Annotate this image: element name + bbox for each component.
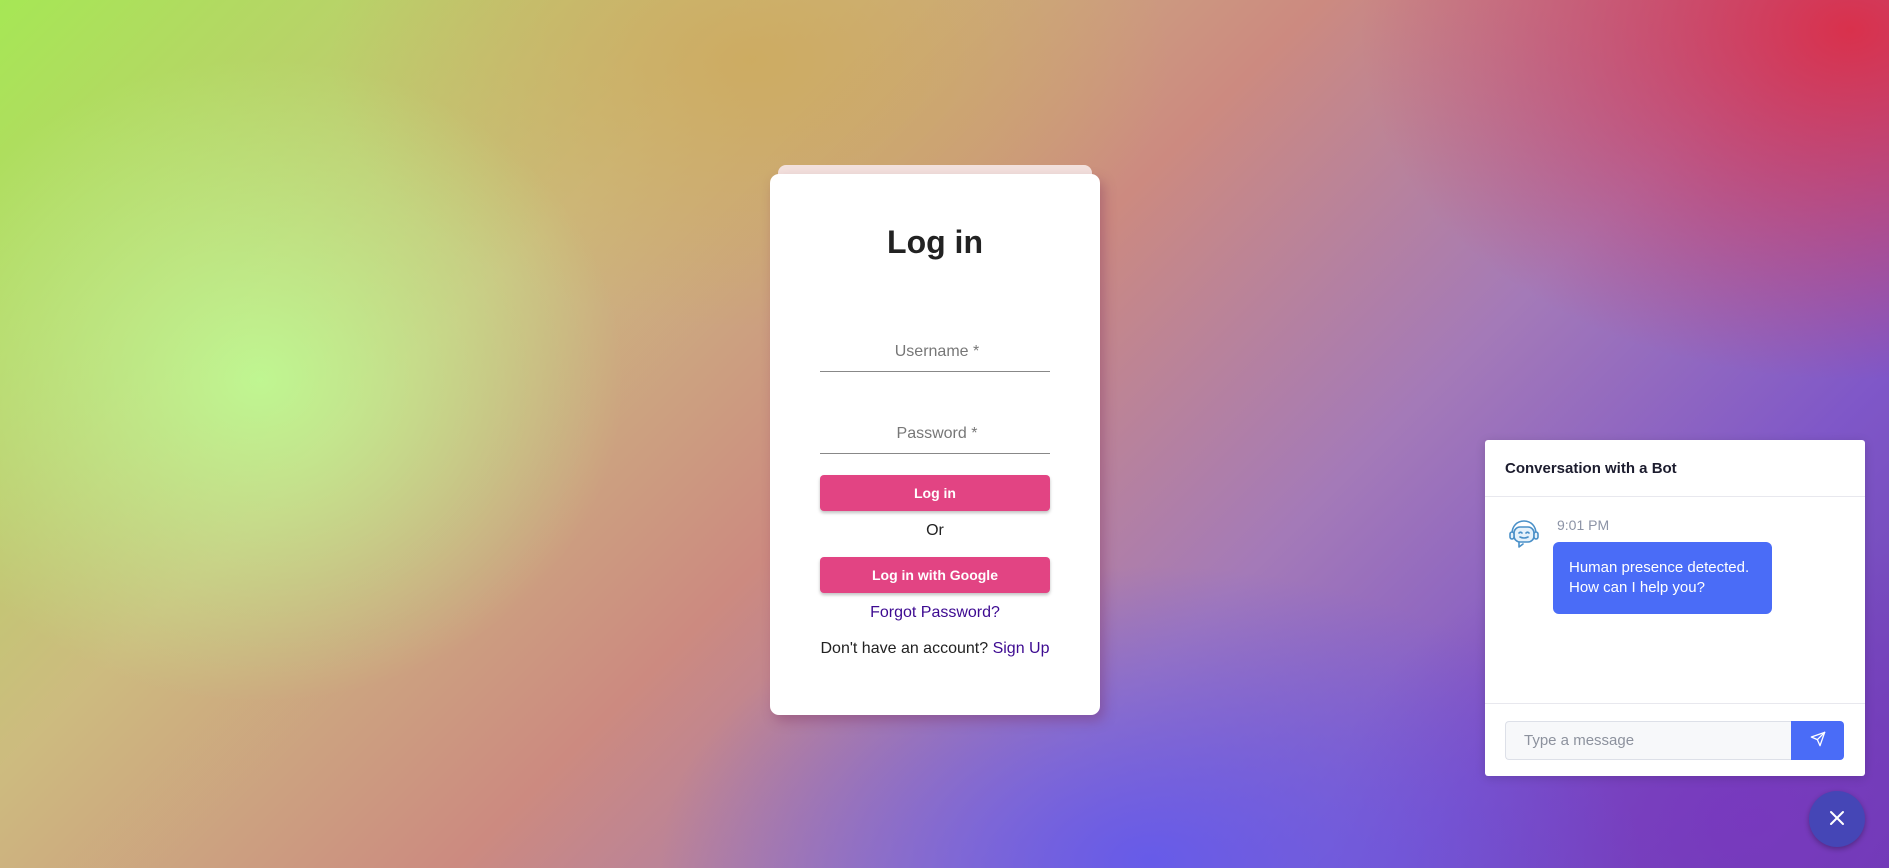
chat-header: Conversation with a Bot xyxy=(1485,440,1865,497)
robot-icon xyxy=(1507,517,1541,551)
password-input[interactable] xyxy=(820,413,1054,455)
or-separator: Or xyxy=(926,522,944,539)
signup-prompt: Don't have an account? xyxy=(820,640,989,657)
send-icon xyxy=(1810,731,1826,750)
send-button[interactable] xyxy=(1791,721,1844,760)
login-button[interactable]: Log in xyxy=(820,475,1050,511)
message-line: Human presence detected. xyxy=(1569,559,1750,576)
username-field-wrapper xyxy=(820,331,1054,373)
chat-widget: Conversation with a Bot 9:01 PM Human pr… xyxy=(1485,440,1865,776)
chat-close-button[interactable] xyxy=(1809,791,1865,847)
chat-title: Conversation with a Bot xyxy=(1505,459,1677,477)
signup-line: Don't have an account? Sign Up xyxy=(770,640,1100,658)
signup-link[interactable]: Sign Up xyxy=(993,640,1050,657)
close-icon xyxy=(1828,809,1846,830)
forgot-password-link[interactable]: Forgot Password? xyxy=(770,604,1100,622)
login-card: Log in Log in Or Log in with Google Forg… xyxy=(770,174,1100,715)
google-login-button[interactable]: Log in with Google xyxy=(820,557,1050,593)
message-input[interactable] xyxy=(1505,721,1791,760)
message-timestamp: 9:01 PM xyxy=(1557,517,1610,533)
username-input[interactable] xyxy=(820,331,1054,373)
bot-message-bubble: Human presence detected. How can I help … xyxy=(1553,542,1772,614)
password-field-wrapper xyxy=(820,413,1054,455)
chat-messages: 9:01 PM Human presence detected. How can… xyxy=(1485,497,1865,704)
chat-footer xyxy=(1485,704,1865,777)
message-line: How can I help you? xyxy=(1569,579,1705,596)
login-title: Log in xyxy=(887,224,983,260)
